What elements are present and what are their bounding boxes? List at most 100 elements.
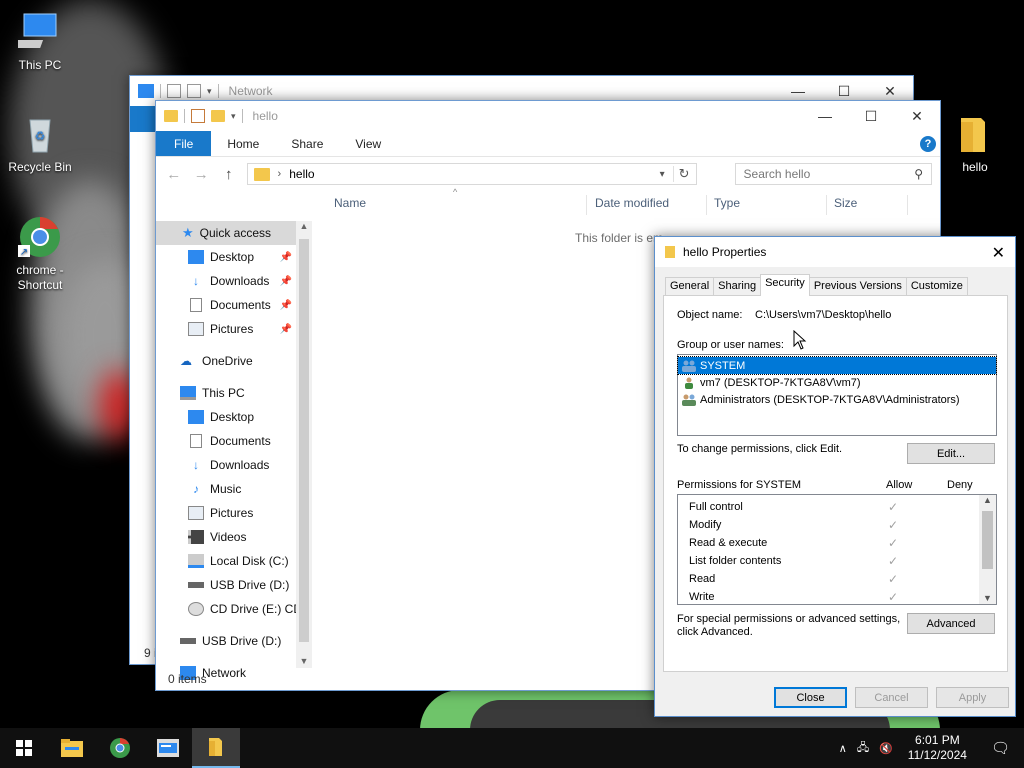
close-icon[interactable]: ✕: [894, 101, 940, 131]
desktop-icon-this-pc[interactable]: This PC: [0, 10, 80, 73]
nav-pictures[interactable]: Pictures: [156, 501, 312, 525]
search-input[interactable]: Search hello ⚲: [734, 163, 933, 185]
network-file-tab[interactable]: [130, 106, 156, 132]
close-icon[interactable]: ✕: [992, 243, 1005, 263]
chevron-up-icon[interactable]: ▲: [979, 495, 996, 505]
permission-row: Modify ✓: [689, 518, 899, 532]
column-size[interactable]: Size: [834, 188, 857, 218]
cloud-icon: ☁: [180, 354, 192, 368]
pin-icon: 📌: [279, 299, 292, 311]
chevron-up-icon[interactable]: ∧: [834, 742, 852, 755]
nav-this-pc[interactable]: This PC: [156, 381, 312, 405]
chevron-down-icon[interactable]: ▼: [296, 656, 312, 666]
nav-pictures-pinned[interactable]: Pictures 📌: [156, 317, 312, 341]
chrome-icon: ↗: [18, 215, 62, 259]
close-button[interactable]: Close: [774, 687, 847, 708]
column-type[interactable]: Type: [714, 188, 740, 218]
network-status-icon[interactable]: 🖧: [852, 739, 874, 758]
chevron-down-icon[interactable]: ▼: [979, 593, 996, 603]
address-bar[interactable]: › hello ▾ ↻: [246, 163, 697, 185]
nav-usb-drive-d-root[interactable]: USB Drive (D:): [156, 629, 312, 653]
nav-music[interactable]: ♪ Music: [156, 477, 312, 501]
properties-icon[interactable]: [191, 109, 205, 123]
permissions-list[interactable]: Full control ✓ Modify ✓ Read & execute ✓ Li…: [677, 494, 997, 605]
user-row-administrators[interactable]: Administrators (DESKTOP-7KTGA8V\Administ…: [678, 391, 996, 408]
taskbar-chrome[interactable]: [96, 728, 144, 768]
chevron-down-icon[interactable]: ▾: [660, 169, 665, 180]
tab-security[interactable]: Security: [760, 274, 810, 296]
desktop-icon-recycle-bin[interactable]: ♻ Recycle Bin: [0, 112, 80, 175]
nav-videos[interactable]: Videos: [156, 525, 312, 549]
windows-logo-icon: [16, 740, 32, 756]
tab-customize[interactable]: Customize: [905, 277, 968, 296]
dialog-tabs: General Sharing Security Previous Versio…: [665, 274, 968, 296]
new-folder-icon[interactable]: [211, 110, 225, 122]
tab-previous-versions[interactable]: Previous Versions: [808, 277, 907, 296]
nav-documents[interactable]: Documents: [156, 429, 312, 453]
address-path[interactable]: hello: [289, 167, 651, 181]
usb-drive-icon: [180, 638, 196, 644]
nav-onedrive[interactable]: ☁ OneDrive: [156, 349, 312, 373]
tab-sharing[interactable]: Sharing: [713, 277, 762, 296]
tab-share[interactable]: Share: [275, 131, 339, 156]
dialog-title: hello Properties: [683, 245, 767, 259]
tab-file[interactable]: File: [156, 131, 212, 156]
cancel-button[interactable]: Cancel: [855, 687, 928, 708]
volume-muted-icon[interactable]: 🔇: [874, 742, 898, 755]
properties-icon[interactable]: [167, 84, 181, 98]
refresh-icon[interactable]: ↻: [672, 166, 690, 182]
nav-local-disk-c[interactable]: Local Disk (C:): [156, 549, 312, 573]
nav-desktop-pinned[interactable]: Desktop 📌: [156, 245, 312, 269]
object-name-label: Object name:: [677, 309, 743, 321]
nav-cd-drive-e[interactable]: CD Drive (E:) CD: [156, 597, 312, 621]
edit-button[interactable]: Edit...: [907, 443, 995, 464]
taskbar-file-explorer[interactable]: [48, 728, 96, 768]
minimize-icon[interactable]: —: [802, 101, 848, 131]
user-row-vm7[interactable]: vm7 (DESKTOP-7KTGA8V\vm7): [678, 374, 996, 391]
tab-home[interactable]: Home: [211, 131, 275, 156]
tab-general[interactable]: General: [665, 277, 715, 296]
taskbar-explorer-active[interactable]: [192, 728, 240, 768]
permission-row: Write ✓: [689, 590, 899, 604]
star-icon: ★: [182, 225, 194, 240]
qat-dropdown-icon[interactable]: ▾: [207, 86, 212, 97]
apply-button[interactable]: Apply: [936, 687, 1009, 708]
scrollbar-thumb[interactable]: [299, 239, 309, 642]
help-icon[interactable]: ?: [920, 135, 936, 152]
maximize-icon[interactable]: ☐: [848, 101, 894, 131]
nav-scrollbar[interactable]: ▲ ▼: [296, 221, 312, 668]
desktop-icon-hello-folder[interactable]: hello: [935, 112, 1015, 175]
advanced-button[interactable]: Advanced: [907, 613, 995, 634]
chevron-right-icon[interactable]: ›: [278, 168, 282, 180]
chevron-up-icon[interactable]: ▲: [296, 221, 312, 231]
explorer-window-title: hello: [252, 109, 278, 123]
tab-view[interactable]: View: [339, 131, 397, 156]
up-arrow-icon[interactable]: ↑: [219, 166, 239, 183]
nav-quick-access[interactable]: ★ Quick access: [156, 221, 312, 245]
blank-icon[interactable]: [187, 84, 201, 98]
special-permissions-text: For special permissions or advanced sett…: [677, 613, 901, 625]
nav-documents-pinned[interactable]: Documents 📌: [156, 293, 312, 317]
nav-usb-drive-d[interactable]: USB Drive (D:): [156, 573, 312, 597]
explorer-titlebar[interactable]: ▾ hello — ☐ ✕: [156, 101, 940, 131]
forward-arrow-icon[interactable]: →: [192, 166, 212, 183]
nav-downloads[interactable]: ↓ Downloads: [156, 453, 312, 477]
column-name[interactable]: Name: [334, 188, 366, 218]
dialog-titlebar[interactable]: hello Properties ✕: [655, 237, 1015, 267]
scrollbar-thumb[interactable]: [982, 511, 993, 569]
users-listbox[interactable]: SYSTEM vm7 (DESKTOP-7KTGA8V\vm7) Adminis…: [677, 354, 997, 436]
start-button[interactable]: [0, 728, 48, 768]
taskbar-app[interactable]: [144, 728, 192, 768]
notification-icon[interactable]: 🗨: [977, 739, 1024, 757]
nav-desktop[interactable]: Desktop: [156, 405, 312, 429]
permissions-scrollbar[interactable]: ▲ ▼: [979, 495, 996, 604]
qat-dropdown-icon[interactable]: ▾: [231, 111, 236, 122]
desktop-icon-chrome-shortcut[interactable]: ↗ chrome - Shortcut: [0, 215, 80, 293]
clock[interactable]: 6:01 PM 11/12/2024: [898, 733, 977, 763]
column-date-modified[interactable]: Date modified: [595, 188, 669, 218]
back-arrow-icon[interactable]: ←: [164, 166, 184, 183]
user-row-system[interactable]: SYSTEM: [677, 356, 997, 375]
mouse-cursor: [793, 329, 807, 353]
properties-dialog[interactable]: hello Properties ✕ General Sharing Secur…: [654, 236, 1016, 717]
nav-downloads-pinned[interactable]: ↓ Downloads 📌: [156, 269, 312, 293]
